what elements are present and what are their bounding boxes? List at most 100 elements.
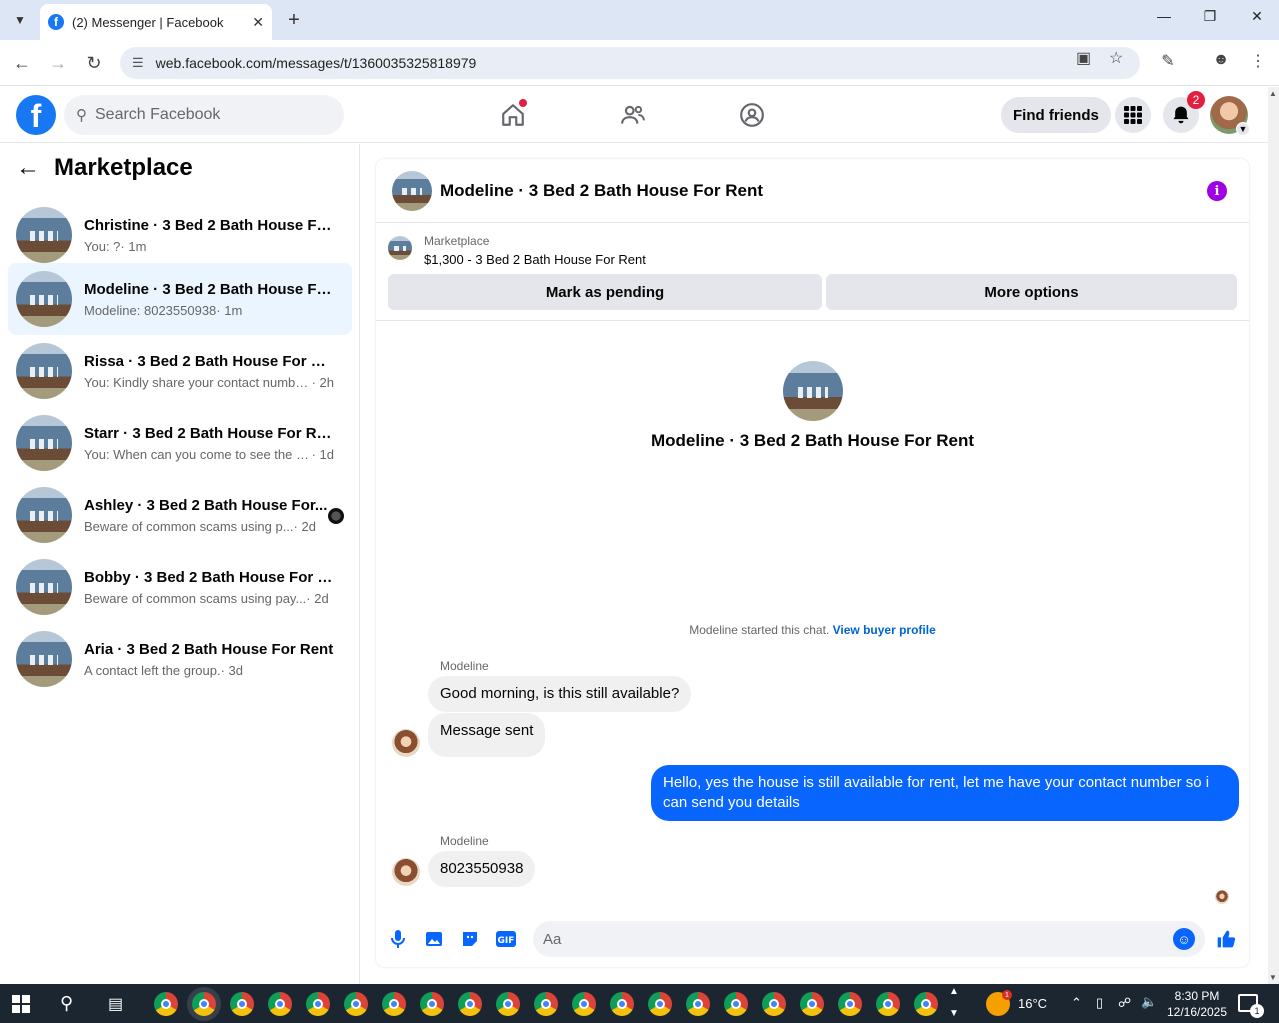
temperature-text[interactable]: 16°C (1018, 996, 1047, 1011)
conversation-item[interactable]: Rissa · 3 Bed 2 Bath House For Rent You:… (8, 335, 352, 407)
page-scrollbar[interactable]: ▲ ▼ (1268, 87, 1279, 984)
scroll-down-arrow-icon[interactable]: ▼ (1269, 973, 1277, 982)
scroll-up-arrow-icon[interactable]: ▲ (1269, 89, 1277, 98)
conversation-item[interactable]: Ashley · 3 Bed 2 Bath House For... Bewar… (8, 479, 352, 551)
install-app-icon[interactable]: ▣ (1076, 48, 1091, 68)
conversation-item-active[interactable]: Modeline · 3 Bed 2 Bath House Fo... Mode… (8, 263, 352, 335)
groups-nav-button[interactable] (736, 99, 768, 131)
chrome-taskbar-icon[interactable] (458, 992, 482, 1016)
site-info-icon[interactable]: ☰ (132, 55, 144, 71)
chat-title[interactable]: Modeline · 3 Bed 2 Bath House For Rent (440, 181, 763, 201)
chrome-taskbar-icon[interactable] (876, 992, 900, 1016)
thumbs-up-icon[interactable] (1216, 929, 1236, 949)
forward-button[interactable]: → (46, 51, 70, 75)
more-options-button[interactable]: More options (826, 274, 1237, 310)
facebook-logo[interactable]: f (16, 95, 56, 135)
tab-close-icon[interactable]: ✕ (252, 14, 264, 31)
taskbar-clock[interactable]: 8:30 PM 12/16/2025 (1166, 988, 1228, 1020)
taskbar-scroll-down-icon[interactable]: ▼ (949, 1008, 959, 1019)
listing-price-title[interactable]: $1,300 - 3 Bed 2 Bath House For Rent (424, 252, 646, 267)
chrome-taskbar-icon[interactable] (344, 992, 368, 1016)
weather-icon[interactable]: 1 (986, 990, 1012, 1016)
back-button[interactable]: ← (10, 51, 34, 75)
sticker-icon[interactable] (460, 929, 480, 949)
chrome-taskbar-icon[interactable] (686, 992, 710, 1016)
message-input[interactable] (543, 930, 1143, 948)
conversation-item[interactable]: Starr · 3 Bed 2 Bath House For Rent You:… (8, 407, 352, 479)
home-nav-button[interactable] (497, 99, 529, 131)
chrome-taskbar-icon[interactable] (268, 992, 292, 1016)
message-input-box[interactable]: ☺ (533, 921, 1205, 957)
restore-button[interactable]: ❐ (1198, 8, 1222, 25)
info-icon[interactable]: i (1207, 181, 1227, 201)
chat-started-notice: Modeline started this chat. View buyer p… (376, 623, 1249, 637)
profile-icon[interactable]: ☻ (1209, 51, 1233, 69)
sender-avatar[interactable] (392, 729, 420, 757)
back-arrow-icon[interactable]: ← (16, 154, 40, 182)
read-receipt-avatar (1215, 890, 1229, 904)
chrome-taskbar-icon[interactable] (420, 992, 444, 1016)
microphone-icon[interactable] (388, 929, 408, 949)
intro-listing-avatar (782, 361, 843, 421)
photo-icon[interactable] (424, 929, 444, 949)
chrome-taskbar-icon[interactable] (572, 992, 596, 1016)
chrome-taskbar-icon[interactable] (192, 992, 216, 1016)
chrome-taskbar-icon[interactable] (230, 992, 254, 1016)
account-avatar[interactable]: ▼ (1210, 96, 1250, 136)
menu-grid-button[interactable] (1115, 97, 1151, 133)
sender-avatar[interactable] (392, 858, 420, 886)
listing-thumbnail-small[interactable] (388, 236, 412, 260)
chat-header: Modeline · 3 Bed 2 Bath House For Rent i (376, 159, 1249, 223)
mark-as-pending-button[interactable]: Mark as pending (388, 274, 822, 310)
outgoing-message[interactable]: Hello, yes the house is still available … (651, 765, 1239, 821)
conversation-item[interactable]: Aria · 3 Bed 2 Bath House For Rent A con… (8, 623, 352, 695)
volume-icon[interactable]: 🔈 (1141, 994, 1157, 1010)
bookmark-star-icon[interactable]: ☆ (1109, 48, 1123, 68)
minimize-button[interactable]: — (1152, 8, 1176, 24)
extensions-icon[interactable]: ✎ (1156, 51, 1180, 71)
chrome-taskbar-icon[interactable] (610, 992, 634, 1016)
gif-icon[interactable]: GIF (496, 929, 516, 949)
chrome-taskbar-icon[interactable] (762, 992, 786, 1016)
browser-tab[interactable]: f (2) Messenger | Facebook ✕ (40, 4, 272, 40)
chrome-taskbar-icon[interactable] (154, 992, 178, 1016)
chat-header-avatar[interactable] (392, 170, 432, 211)
network-icon[interactable]: ☍ (1118, 995, 1131, 1011)
new-tab-button[interactable]: + (282, 8, 306, 32)
close-window-button[interactable]: ✕ (1245, 8, 1269, 25)
windows-start-icon[interactable] (12, 995, 30, 1013)
chrome-taskbar-icon[interactable] (838, 992, 862, 1016)
conversation-time: · 1m (120, 238, 147, 254)
find-friends-button[interactable]: Find friends (1001, 97, 1111, 133)
chrome-taskbar-icon[interactable] (534, 992, 558, 1016)
seen-avatar-icon (328, 508, 344, 524)
chrome-taskbar-icon[interactable] (914, 992, 938, 1016)
chrome-taskbar-icon[interactable] (724, 992, 748, 1016)
address-bar[interactable]: ☰ web.facebook.com/messages/t/1360035325… (120, 47, 1140, 79)
reload-button[interactable]: ↻ (82, 51, 106, 75)
view-buyer-profile-link[interactable]: View buyer profile (833, 623, 936, 637)
search-input[interactable] (95, 106, 315, 124)
notification-center-icon[interactable]: 1 (1238, 994, 1264, 1018)
facebook-search[interactable]: ⚲ (64, 95, 344, 135)
chrome-taskbar-icon[interactable] (800, 992, 824, 1016)
incoming-message[interactable]: 8023550938 (428, 851, 536, 887)
taskbar-scroll-up-icon[interactable]: ▲ (949, 986, 959, 997)
notifications-button[interactable]: 2 (1163, 91, 1205, 133)
incoming-message[interactable]: Message sent (428, 713, 546, 757)
chrome-taskbar-icon[interactable] (306, 992, 330, 1016)
incoming-message[interactable]: Good morning, is this still available? (428, 676, 692, 712)
tab-search-dropdown[interactable]: ▼ (8, 8, 32, 32)
emoji-icon[interactable]: ☺ (1173, 928, 1195, 950)
task-view-icon[interactable]: ▤ (108, 994, 123, 1014)
friends-nav-button[interactable] (617, 99, 649, 131)
conversation-item[interactable]: Bobby · 3 Bed 2 Bath House For R... Bewa… (8, 551, 352, 623)
taskbar-search-icon[interactable]: ⚲ (60, 993, 73, 1014)
chrome-taskbar-icon[interactable] (496, 992, 520, 1016)
chrome-taskbar-icon[interactable] (382, 992, 406, 1016)
menu-kebab-icon[interactable]: ⋮ (1246, 51, 1270, 71)
conversation-item[interactable]: Christine · 3 Bed 2 Bath House For ... Y… (8, 199, 352, 271)
tray-overflow-chevron-icon[interactable]: ⌃ (1071, 995, 1082, 1011)
chrome-taskbar-icon[interactable] (648, 992, 672, 1016)
battery-icon[interactable]: ▯ (1096, 995, 1103, 1011)
